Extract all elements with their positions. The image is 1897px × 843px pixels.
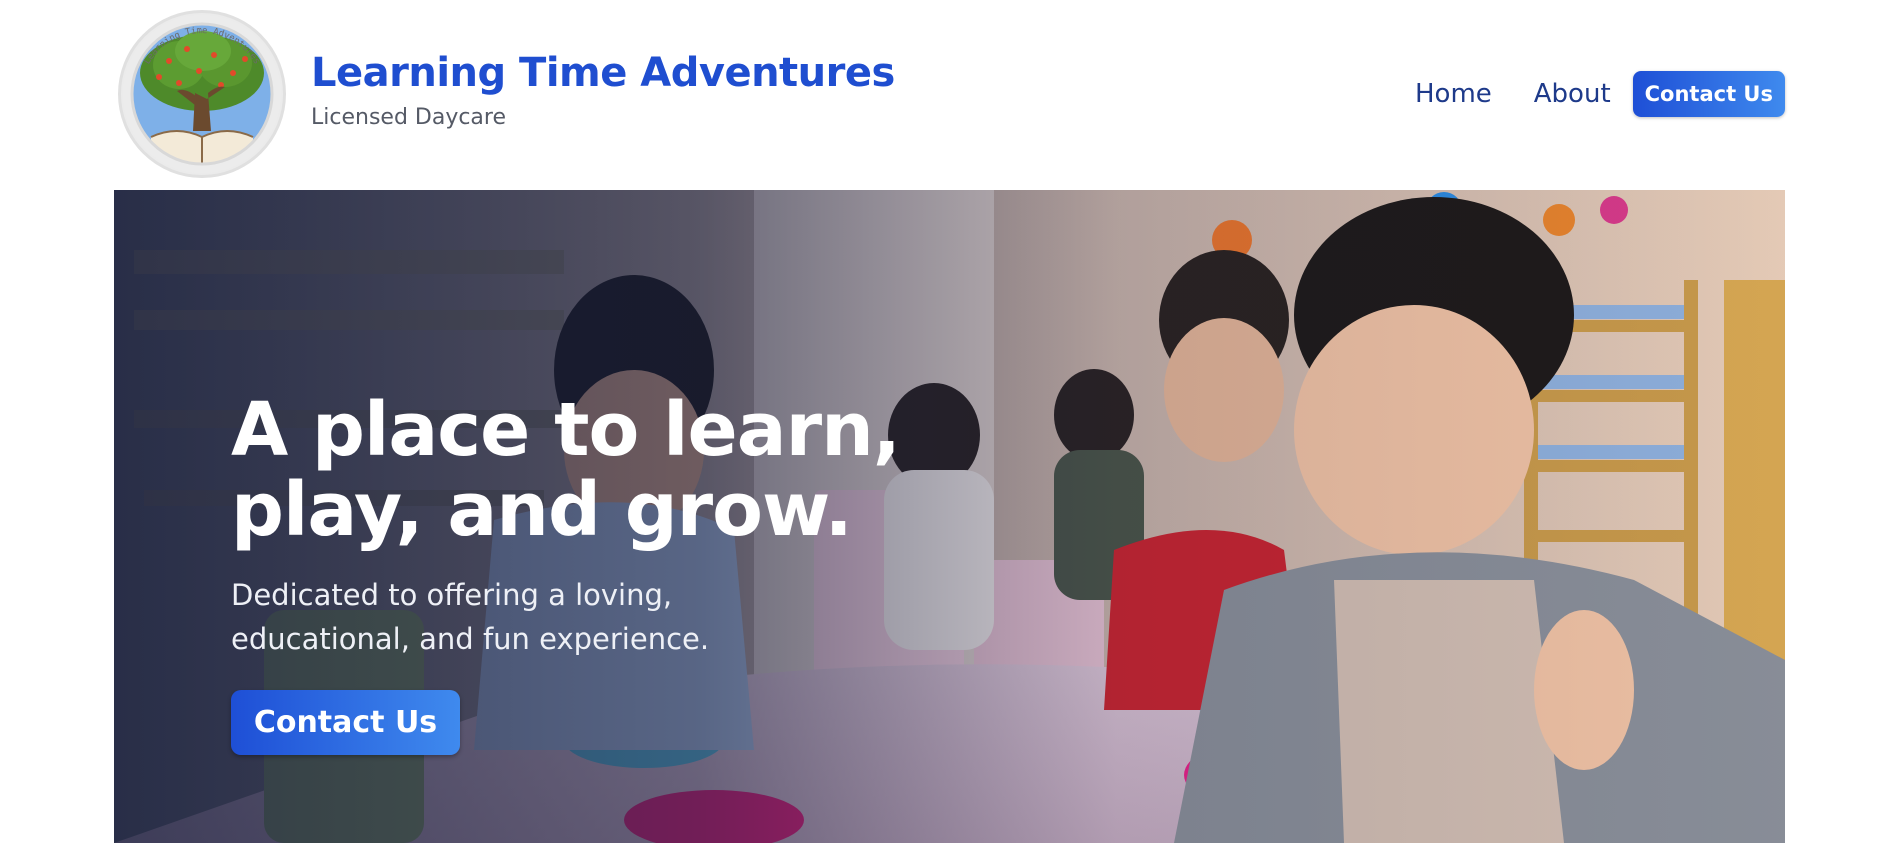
nav-link-about[interactable]: About [1534,79,1611,109]
site-header: Learning Time Adventures Learning Time A… [0,0,1897,190]
main-nav: Home About Contact Us [1415,71,1785,117]
tree-book-logo-icon: Learning Time Adventures [123,15,281,173]
nav-link-home[interactable]: Home [1415,79,1492,109]
hero-subtext-line: educational, and fun experience. [231,622,710,656]
site-title[interactable]: Learning Time Adventures [311,50,895,96]
site-subtitle: Licensed Daycare [311,105,507,130]
hero-subtext-line: Dedicated to offering a loving, [231,578,673,612]
site-logo[interactable]: Learning Time Adventures [118,10,286,178]
hero-heading: A place to learn, play, and grow. [231,387,901,553]
hero-section: A place to learn, play, and grow. Dedica… [114,190,1785,843]
hero-heading-line: play, and grow. [231,467,853,553]
hero-contact-us-button[interactable]: Contact Us [231,690,460,755]
nav-contact-us-button[interactable]: Contact Us [1632,71,1785,117]
hero-subtext: Dedicated to offering a loving, educatio… [231,573,709,661]
hero-heading-line: A place to learn, [231,387,901,473]
